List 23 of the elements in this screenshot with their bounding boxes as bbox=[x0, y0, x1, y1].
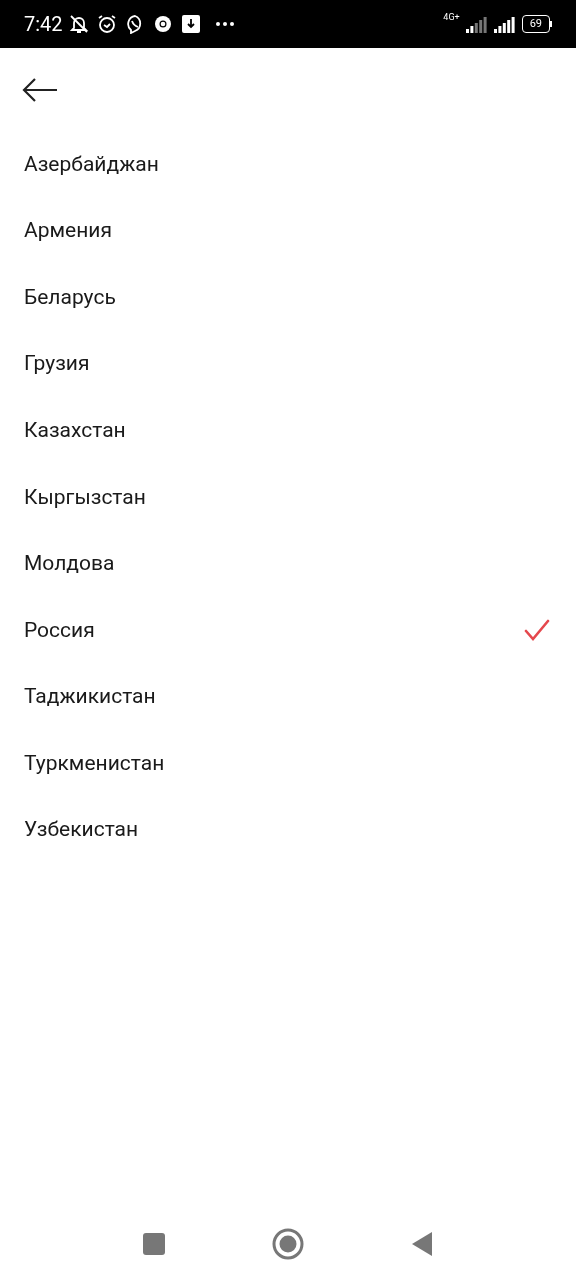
network-type: 4G+ bbox=[443, 13, 460, 22]
battery-indicator: 69 bbox=[521, 15, 552, 33]
country-item[interactable]: Армения bbox=[0, 197, 576, 265]
signal-icon bbox=[465, 15, 488, 33]
country-item[interactable]: Кыргызстан bbox=[0, 463, 576, 531]
more-icon bbox=[214, 21, 235, 27]
muted-bell-icon bbox=[68, 14, 89, 34]
country-item[interactable]: Таджикистан bbox=[0, 663, 576, 731]
status-time: 7:42 bbox=[24, 11, 63, 38]
alarm-clock-icon bbox=[96, 14, 117, 34]
country-item[interactable]: Казахстан bbox=[0, 397, 576, 464]
back-nav-button[interactable] bbox=[411, 1231, 433, 1257]
country-item[interactable]: Туркменистан bbox=[0, 730, 576, 797]
country-item[interactable]: Беларусь bbox=[0, 264, 576, 331]
country-item[interactable]: Грузия bbox=[0, 330, 576, 398]
signal-icon bbox=[493, 15, 516, 33]
country-item[interactable]: Узбекистан bbox=[0, 796, 576, 864]
download-icon bbox=[180, 14, 201, 34]
country-item[interactable]: Россия bbox=[0, 597, 576, 664]
country-item[interactable]: Азербайджан bbox=[0, 131, 576, 198]
country-item[interactable]: Молдова bbox=[0, 530, 576, 598]
browser-icon bbox=[152, 14, 173, 34]
home-button[interactable] bbox=[272, 1228, 304, 1260]
